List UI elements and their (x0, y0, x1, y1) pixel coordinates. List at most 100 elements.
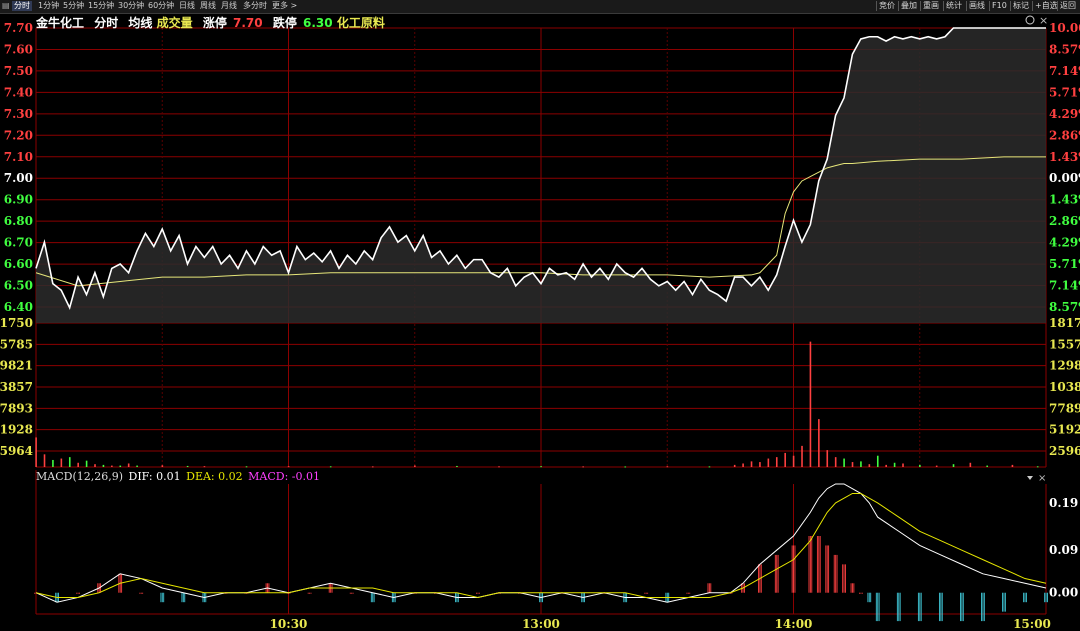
macd-bar (478, 592, 480, 594)
macd-bar (310, 592, 312, 594)
percent-tick-label: 7.14% (1049, 279, 1080, 293)
macd-bar (898, 592, 900, 622)
macd-bar (961, 592, 963, 622)
volume-bar (860, 461, 862, 467)
macd-bar (870, 592, 872, 603)
percent-tick-label: 5.71% (1049, 85, 1080, 99)
macd-bar (477, 592, 479, 594)
macd-bar (372, 592, 374, 603)
macd-bar (917, 592, 919, 622)
volume-tick-label-right: 103857 (1049, 380, 1080, 394)
macd-bar (899, 592, 901, 622)
macd-bar (1025, 592, 1027, 603)
macd-bar (793, 545, 794, 593)
price-tick-label: 6.90 (4, 193, 33, 207)
macd-bar (689, 592, 691, 594)
macd-bar (758, 564, 759, 593)
price-tick-label: 7.10 (4, 150, 33, 164)
macd-bar (644, 592, 646, 594)
macd-bar (860, 592, 862, 594)
volume-bar (1036, 466, 1039, 468)
chart-close-icon[interactable]: × (1039, 14, 1048, 27)
intraday-chart[interactable]: 7.70 10.00% 7.60 8.57% 7.50 7.14% 7.40 5.71% 7.3… (0, 0, 1080, 631)
price-tick-label: 6.40 (4, 300, 33, 314)
volume-bar (85, 460, 88, 467)
macd-bar (833, 554, 835, 593)
macd-bar (708, 583, 710, 593)
macd-bar (981, 592, 982, 622)
macd-bar (845, 564, 846, 593)
time-tick-label: 13:00 (522, 617, 560, 631)
volume-bar (919, 464, 921, 467)
macd-bar (853, 583, 855, 593)
volume-bar (186, 465, 189, 467)
volume-bar (986, 465, 988, 467)
price-tick-label: 7.00 (4, 171, 33, 185)
volume-bar (414, 465, 416, 467)
macd-bar (647, 592, 649, 594)
macd-bar (142, 592, 144, 594)
macd-bar (791, 545, 793, 593)
volume-tick-label: 25964 (0, 444, 33, 458)
volume-bar (893, 462, 896, 467)
volume-bar (708, 466, 711, 468)
macd-bar (184, 592, 186, 603)
volume-bar (818, 419, 820, 467)
volume-bar (733, 464, 736, 467)
price-tick-label: 7.30 (4, 107, 33, 121)
percent-tick-label: 7.14% (1049, 64, 1080, 78)
macd-bar (476, 592, 477, 594)
macd-bar (776, 554, 778, 593)
macd-bar (919, 592, 921, 622)
percent-tick-label: 10.00% (1049, 21, 1080, 35)
volume-bar (876, 455, 879, 467)
macd-close-icon[interactable]: × (1038, 473, 1046, 484)
macd-settings-icon[interactable] (1027, 476, 1033, 480)
macd-bar (825, 545, 827, 593)
volume-bar (750, 461, 753, 467)
volume-bar (43, 454, 46, 467)
volume-bar (834, 457, 837, 467)
volume-tick-label-right: 129821 (1049, 359, 1080, 373)
price-tick-label: 6.50 (4, 279, 33, 293)
volume-tick-label-right: 181750 (1049, 316, 1080, 330)
macd-bar (710, 583, 712, 593)
macd-bar (1024, 592, 1026, 603)
volume-bar (784, 452, 786, 467)
volume-bar (792, 455, 795, 467)
volume-bar (935, 465, 938, 467)
price-tick-label: 7.60 (4, 42, 33, 56)
volume-bar (809, 341, 812, 467)
volume-bar (371, 466, 374, 468)
volume-bar (111, 465, 113, 467)
macd-bar (161, 592, 163, 603)
macd-bar (373, 592, 375, 603)
volume-bar (161, 465, 164, 467)
price-tick-label: 6.60 (4, 257, 33, 271)
percent-tick-label: 8.57% (1049, 42, 1080, 56)
macd-bar (811, 536, 813, 593)
macd-bar (100, 583, 102, 593)
macd-bar (1023, 592, 1025, 603)
volume-bar (952, 464, 955, 467)
volume-bar (287, 466, 290, 468)
volume-bar (624, 466, 627, 468)
macd-dif: DIF: 0.01 (128, 470, 181, 483)
percent-tick-label: 2.86% (1049, 214, 1080, 228)
volume-tick-label: 51928 (0, 423, 33, 437)
macd-title: MACD(12,26,9) DIF: 0.01 DEA: 0.02 MACD: … (36, 470, 322, 483)
price-tick-label: 7.20 (4, 128, 33, 142)
volume-bar (498, 466, 500, 468)
stock-name[interactable]: 金牛化工 (36, 16, 84, 30)
macd-bar (868, 592, 870, 603)
chart-settings-icon[interactable] (1025, 15, 1035, 25)
price-tick-label: 6.80 (4, 214, 33, 228)
macd-bar (835, 554, 837, 593)
volume-bar (742, 463, 744, 467)
macd-bar (160, 592, 162, 603)
volume-bar (759, 462, 761, 467)
volume-bar (94, 464, 96, 467)
volume-bar (868, 464, 871, 467)
volume-bar (245, 466, 248, 468)
macd-bar (777, 554, 779, 593)
